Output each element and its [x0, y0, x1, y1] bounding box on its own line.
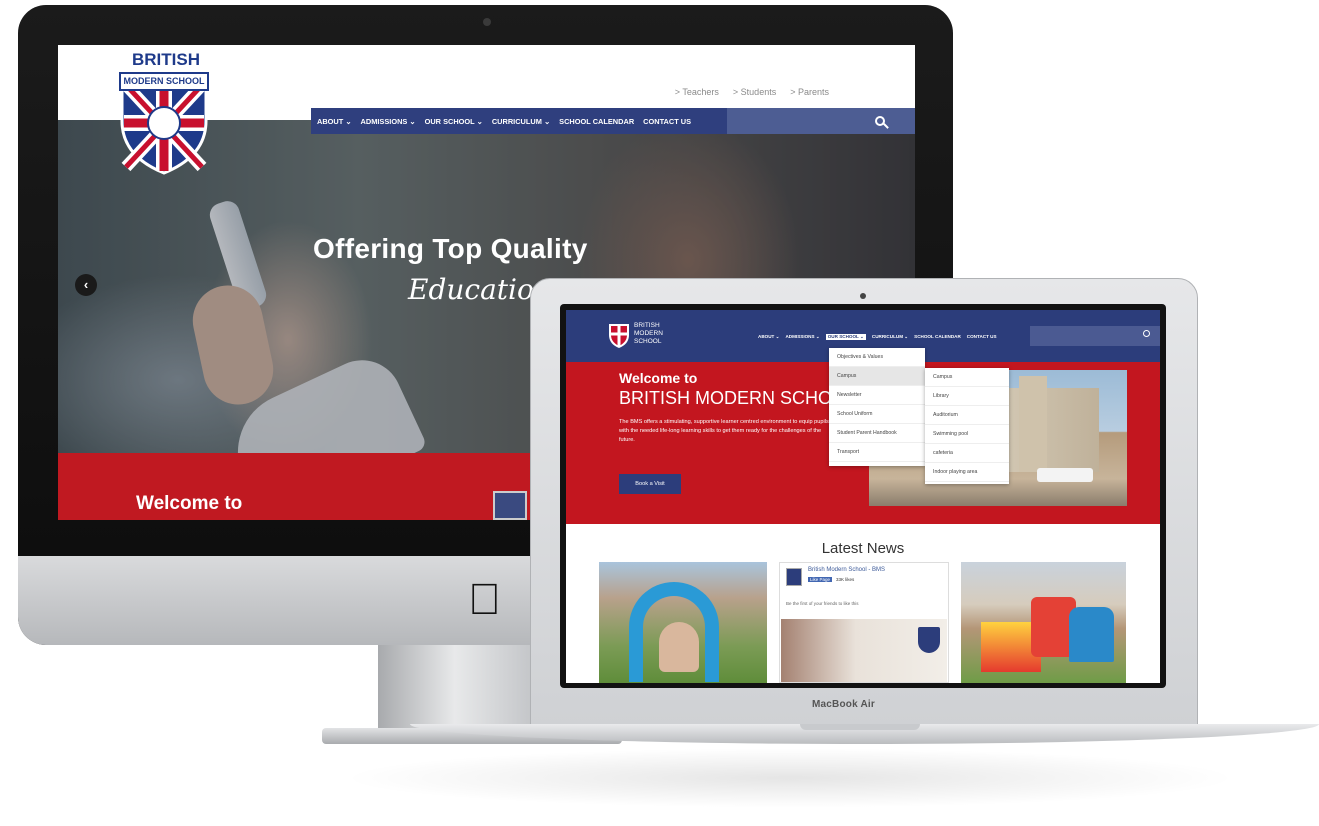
school-name-heading: BRITISH MODERN SCHO: [619, 388, 833, 408]
imac-camera: [483, 18, 491, 26]
search-icon[interactable]: [1143, 330, 1150, 337]
nav-curriculum[interactable]: CURRICULUM ⌄: [872, 334, 908, 340]
nav-our-school[interactable]: OUR SCHOOL ⌄: [425, 117, 483, 126]
dropdown-item-transport[interactable]: Transport: [829, 443, 925, 462]
dropdown-item-objectives[interactable]: Objectives & Values: [829, 348, 925, 367]
top-link-parents[interactable]: > Parents: [790, 87, 829, 97]
book-a-visit-button[interactable]: Book a Visit: [619, 474, 681, 494]
submenu-item-auditorium[interactable]: Auditorium: [925, 406, 1009, 425]
brand-line-2: MODERN: [634, 330, 663, 337]
macbook-notch: [800, 724, 920, 730]
dropdown-item-campus[interactable]: Campus: [829, 367, 925, 386]
dropdown-item-handbook[interactable]: Student Parent Handbook: [829, 424, 925, 443]
bouncy-slide-blue: [1069, 607, 1114, 662]
welcome-description: The BMS offers a stimulating, supportive…: [619, 419, 829, 443]
facebook-post-crest: [918, 627, 940, 653]
brand-line-3: SCHOOL: [634, 338, 662, 345]
dropdown-item-uniform[interactable]: School Uniform: [829, 405, 925, 424]
brand-name: BRITISH MODERN SCHOOL: [634, 322, 663, 346]
school-bus: [1037, 468, 1093, 482]
nav-school-calendar[interactable]: SCHOOL CALENDAR: [559, 117, 634, 126]
apple-logo-icon: : [468, 578, 501, 622]
latest-news-heading: Latest News: [821, 540, 905, 557]
search-bar[interactable]: [727, 108, 915, 134]
main-nav: ABOUT ⌄ ADMISSIONS ⌄ OUR SCHOOL ⌄ CURRIC…: [758, 334, 997, 340]
top-links: > Teachers > Students > Parents: [675, 87, 829, 97]
macbook-label: MacBook Air: [812, 699, 875, 710]
hero-title: Offering Top Quality: [313, 233, 588, 264]
facebook-friends-text: Be the first of your friends to like thi…: [786, 601, 859, 606]
hero-subtitle: Educatio: [408, 273, 534, 306]
nav-about[interactable]: ABOUT ⌄: [317, 117, 352, 126]
nav-curriculum[interactable]: CURRICULUM ⌄: [492, 117, 550, 126]
floor-reflection: [340, 748, 1240, 808]
facebook-like-button[interactable]: Like Page: [808, 577, 833, 582]
school-crest-logo[interactable]: BRITISH MODERN SCHOOL: [112, 51, 216, 175]
logo-text-british: BRITISH: [132, 50, 200, 69]
facebook-widget: British Modern School - BMS Like Page 33…: [779, 562, 949, 683]
news-card-playground[interactable]: [599, 562, 767, 683]
search-bar[interactable]: [1030, 326, 1160, 346]
submenu-item-campus[interactable]: Campus: [925, 368, 1009, 387]
welcome-crest-thumbnail: [493, 491, 527, 520]
our-school-dropdown: Objectives & Values Campus Newsletter Sc…: [829, 348, 925, 466]
submenu-item-swimming-pool[interactable]: Swimming pool: [925, 425, 1009, 444]
nav-admissions[interactable]: ADMISSIONS ⌄: [785, 334, 819, 340]
nav-about[interactable]: ABOUT ⌄: [758, 334, 779, 340]
facebook-page-avatar: [786, 568, 802, 586]
facebook-like-count: 33K likes: [836, 577, 855, 582]
nav-our-school[interactable]: OUR SCHOOL ⌄: [825, 334, 866, 340]
submenu-item-library[interactable]: Library: [925, 387, 1009, 406]
dropdown-item-newsletter[interactable]: Newsletter: [829, 386, 925, 405]
school-crest-logo[interactable]: [608, 321, 630, 349]
submenu-item-indoor-playing-area[interactable]: Indoor playing area: [925, 463, 1009, 482]
campus-tower: [1019, 376, 1047, 472]
news-card-bouncy-castle[interactable]: [961, 562, 1126, 683]
logo-text-modern-school: MODERN SCHOOL: [123, 76, 205, 86]
search-icon[interactable]: [875, 116, 885, 126]
top-link-students[interactable]: > Students: [733, 87, 776, 97]
slider-prev-button[interactable]: ‹: [75, 274, 97, 296]
nav-contact-us[interactable]: CONTACT US: [643, 117, 691, 126]
nav-admissions[interactable]: ADMISSIONS ⌄: [361, 117, 416, 126]
facebook-like-row: Like Page 33K likes: [808, 577, 854, 582]
macbook-screen: BRITISH MODERN SCHOOL ABOUT ⌄ ADMISSIONS…: [566, 310, 1160, 683]
facebook-page-name[interactable]: British Modern School - BMS: [808, 567, 885, 573]
top-link-teachers[interactable]: > Teachers: [675, 87, 719, 97]
macbook-camera: [860, 293, 866, 299]
welcome-heading: Welcome to: [619, 370, 698, 386]
welcome-heading: Welcome to: [136, 493, 243, 514]
nav-school-calendar[interactable]: SCHOOL CALENDAR: [914, 334, 961, 340]
campus-submenu: Campus Library Auditorium Swimming pool …: [925, 368, 1009, 484]
playground-child: [659, 622, 699, 672]
main-nav: ABOUT ⌄ ADMISSIONS ⌄ OUR SCHOOL ⌄ CURRIC…: [311, 108, 915, 134]
brand-line-1: BRITISH: [634, 322, 660, 329]
nav-contact-us[interactable]: CONTACT US: [967, 334, 997, 340]
submenu-item-cafeteria[interactable]: cafeteria: [925, 444, 1009, 463]
